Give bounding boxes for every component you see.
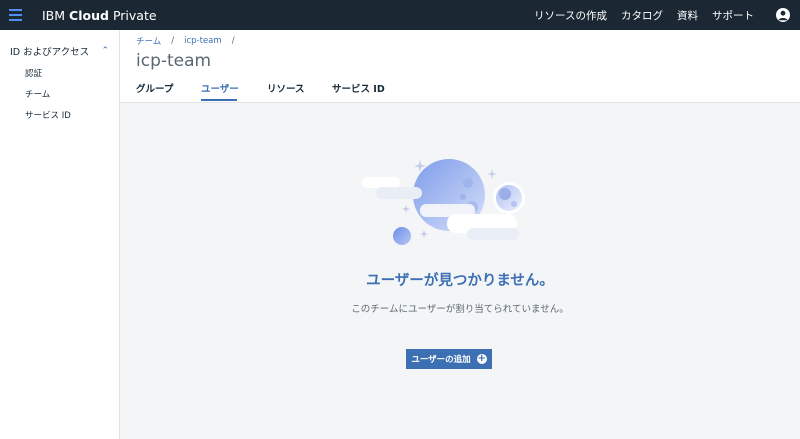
add-user-button[interactable]: ユーザーの追加 + bbox=[406, 349, 492, 369]
tab-groups[interactable]: グループ bbox=[136, 81, 201, 101]
add-circle-icon: + bbox=[476, 353, 487, 364]
hamburger-menu-icon[interactable] bbox=[0, 0, 30, 30]
breadcrumb-separator: / bbox=[231, 36, 235, 46]
empty-state-description: このチームにユーザーが割り当てられていません。 bbox=[351, 304, 569, 315]
user-avatar-icon[interactable] bbox=[776, 8, 790, 22]
top-nav: リソースの作成 カタログ 資料 サポート bbox=[534, 0, 800, 30]
empty-state-title: ユーザーが見つかりません。 bbox=[366, 273, 554, 289]
brand-suffix: Private bbox=[112, 7, 157, 23]
add-user-button-label: ユーザーの追加 bbox=[411, 354, 471, 364]
tab-bar: グループ ユーザー リソース サービス ID bbox=[136, 81, 385, 101]
brand-bold: Cloud bbox=[69, 7, 109, 23]
page-header: チーム / icp-team / icp-team グループ ユーザー リソース… bbox=[120, 30, 800, 103]
empty-state-illustration bbox=[362, 159, 525, 245]
sidebar-item-auth[interactable]: 認証 bbox=[25, 67, 42, 79]
sidebar-section-label: ID およびアクセス bbox=[10, 47, 90, 58]
main-content: ユーザーが見つかりません。 このチームにユーザーが割り当てられていません。 ユー… bbox=[120, 103, 800, 439]
sidebar-item-teams[interactable]: チーム bbox=[25, 88, 50, 100]
nav-support[interactable]: サポート bbox=[712, 8, 754, 23]
tab-service-id[interactable]: サービス ID bbox=[332, 81, 385, 101]
breadcrumb-teams[interactable]: チーム bbox=[136, 35, 161, 47]
sidebar-section-id-access[interactable]: ID およびアクセス ⌃ bbox=[10, 44, 109, 58]
nav-catalog[interactable]: カタログ bbox=[621, 8, 663, 23]
hamburger-line bbox=[8, 14, 22, 16]
user-avatar-glyph bbox=[778, 10, 788, 21]
top-bar: IBM Cloud Private リソースの作成 カタログ 資料 サポート bbox=[0, 0, 800, 30]
hamburger-line bbox=[8, 9, 22, 11]
nav-docs[interactable]: 資料 bbox=[677, 8, 698, 23]
tab-users[interactable]: ユーザー bbox=[201, 81, 239, 101]
sidebar-item-service-id[interactable]: サービス ID bbox=[25, 109, 71, 121]
tab-resources[interactable]: リソース bbox=[267, 81, 332, 101]
chevron-up-icon: ⌃ bbox=[101, 46, 109, 56]
product-brand[interactable]: IBM Cloud Private bbox=[42, 8, 157, 23]
brand-prefix: IBM bbox=[42, 7, 66, 23]
breadcrumb-icp-team[interactable]: icp-team bbox=[184, 36, 222, 46]
breadcrumb-separator: / bbox=[171, 36, 175, 46]
page-title: icp-team bbox=[136, 51, 212, 71]
nav-create-resource[interactable]: リソースの作成 bbox=[534, 8, 607, 23]
sidebar: ID およびアクセス ⌃ 認証 チーム サービス ID bbox=[0, 30, 120, 439]
hamburger-line bbox=[8, 19, 22, 21]
breadcrumb: チーム / icp-team / bbox=[136, 35, 235, 47]
